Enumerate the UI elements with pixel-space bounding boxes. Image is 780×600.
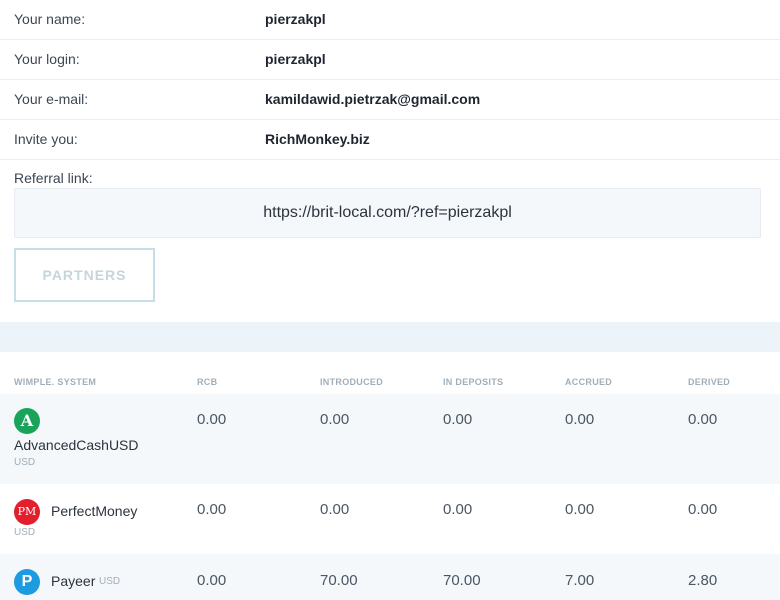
table-row: P Payeer USD 0.00 70.00 70.00 7.00 2.80	[0, 554, 780, 600]
system-currency: USD	[14, 457, 36, 468]
header-in-deposits: IN DEPOSITS	[443, 377, 504, 387]
rcb-value: 0.00	[197, 501, 227, 518]
name-label: Your name:	[14, 11, 86, 27]
email-value: kamildawid.pietrzak@gmail.com	[265, 91, 481, 107]
partners-button[interactable]: PARTNERS	[14, 248, 155, 302]
profile-row-login: Your login: pierzakpl	[0, 40, 780, 80]
in-deposits-value: 70.00	[443, 572, 481, 589]
profile-row-name: Your name: pierzakpl	[0, 0, 780, 40]
system-currency: USD	[99, 576, 121, 587]
payeer-icon: P	[14, 569, 40, 595]
referral-link-field[interactable]: https://brit-local.com/?ref=pierzakpl	[14, 188, 761, 238]
email-label: Your e-mail:	[14, 91, 89, 107]
advcash-icon: A	[14, 408, 40, 434]
system-name: PerfectMoney	[51, 503, 138, 519]
accrued-value: 0.00	[565, 501, 595, 518]
table-row: PM PerfectMoney USD 0.00 0.00 0.00 0.00 …	[0, 484, 780, 554]
inviter-value: RichMonkey.biz	[265, 131, 370, 147]
rcb-value: 0.00	[197, 411, 227, 428]
derived-value: 0.00	[688, 501, 718, 518]
profile-row-email: Your e-mail: kamildawid.pietrzak@gmail.c…	[0, 80, 780, 120]
system-name: AdvancedCashUSD	[14, 437, 139, 453]
derived-value: 0.00	[688, 411, 718, 428]
accrued-value: 7.00	[565, 572, 595, 589]
login-label: Your login:	[14, 51, 80, 67]
perfectmoney-icon: PM	[14, 499, 40, 525]
header-derived: DERIVED	[688, 377, 731, 387]
header-system: WIMPLE. SYSTEM	[14, 377, 97, 387]
introduced-value: 0.00	[320, 501, 350, 518]
in-deposits-value: 0.00	[443, 411, 473, 428]
rcb-value: 0.00	[197, 572, 227, 589]
introduced-value: 70.00	[320, 572, 358, 589]
header-accrued: ACCRUED	[565, 377, 613, 387]
in-deposits-value: 0.00	[443, 501, 473, 518]
header-introduced: INTRODUCED	[320, 377, 383, 387]
name-value: pierzakpl	[265, 11, 326, 27]
accrued-value: 0.00	[565, 411, 595, 428]
referral-label: Referral link:	[14, 170, 93, 186]
system-currency: USD	[14, 527, 36, 538]
section-divider	[0, 322, 780, 352]
introduced-value: 0.00	[320, 411, 350, 428]
header-rcb: RCB	[197, 377, 218, 387]
login-value: pierzakpl	[265, 51, 326, 67]
derived-value: 2.80	[688, 572, 718, 589]
system-name: Payeer	[51, 573, 96, 589]
profile-row-inviter: Invite you: RichMonkey.biz	[0, 120, 780, 160]
table-row: A AdvancedCashUSD USD 0.00 0.00 0.00 0.0…	[0, 394, 780, 484]
inviter-label: Invite you:	[14, 131, 78, 147]
